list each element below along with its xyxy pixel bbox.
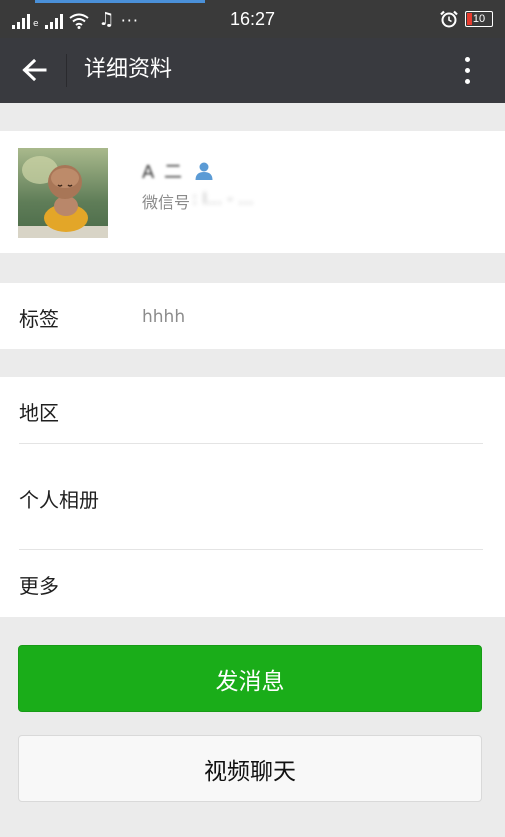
tags-value: hhhh xyxy=(142,307,186,327)
more-vertical-icon xyxy=(464,56,470,62)
row-divider xyxy=(19,549,483,550)
status-time: 16:27 xyxy=(229,9,276,29)
tags-label: 标签 xyxy=(19,307,59,331)
more-label: 更多 xyxy=(19,574,59,598)
contact-person-icon xyxy=(195,162,213,180)
tags-row[interactable]: 标签 hhhh xyxy=(0,283,505,349)
alarm-icon xyxy=(440,10,458,28)
more-options-button[interactable] xyxy=(453,52,481,88)
video-chat-button[interactable]: 视频聊天 xyxy=(18,735,482,802)
wechat-id: 微信号 : l... - ... xyxy=(142,189,253,213)
profile-card[interactable]: A 二 微信号 : l... - ... xyxy=(0,131,505,253)
status-right: 10 xyxy=(439,10,493,28)
avatar[interactable] xyxy=(18,148,108,238)
status-accent-line xyxy=(35,0,205,3)
nickname: A 二 xyxy=(142,158,214,184)
title-bar: 详细资料 xyxy=(0,38,505,103)
status-bar: e ♫ ··· 16:27 10 xyxy=(0,0,505,38)
title-divider xyxy=(66,54,67,87)
page-title: 详细资料 xyxy=(84,57,173,82)
avatar-image xyxy=(18,148,108,238)
photo-album-label: 个人相册 xyxy=(19,488,99,512)
wechat-id-value: : l... - ... xyxy=(192,189,254,208)
region-label: 地区 xyxy=(19,401,59,425)
send-message-button[interactable]: 发消息 xyxy=(18,645,482,712)
battery-icon: 10 xyxy=(465,11,493,27)
back-button[interactable] xyxy=(14,50,54,90)
battery-level: 10 xyxy=(472,13,486,25)
nickname-text: A 二 xyxy=(142,162,185,183)
back-arrow-icon xyxy=(22,58,47,82)
info-section: 地区 个人相册 更多 xyxy=(0,377,505,617)
row-divider xyxy=(19,443,483,444)
wechat-id-label: 微信号 xyxy=(142,193,191,212)
